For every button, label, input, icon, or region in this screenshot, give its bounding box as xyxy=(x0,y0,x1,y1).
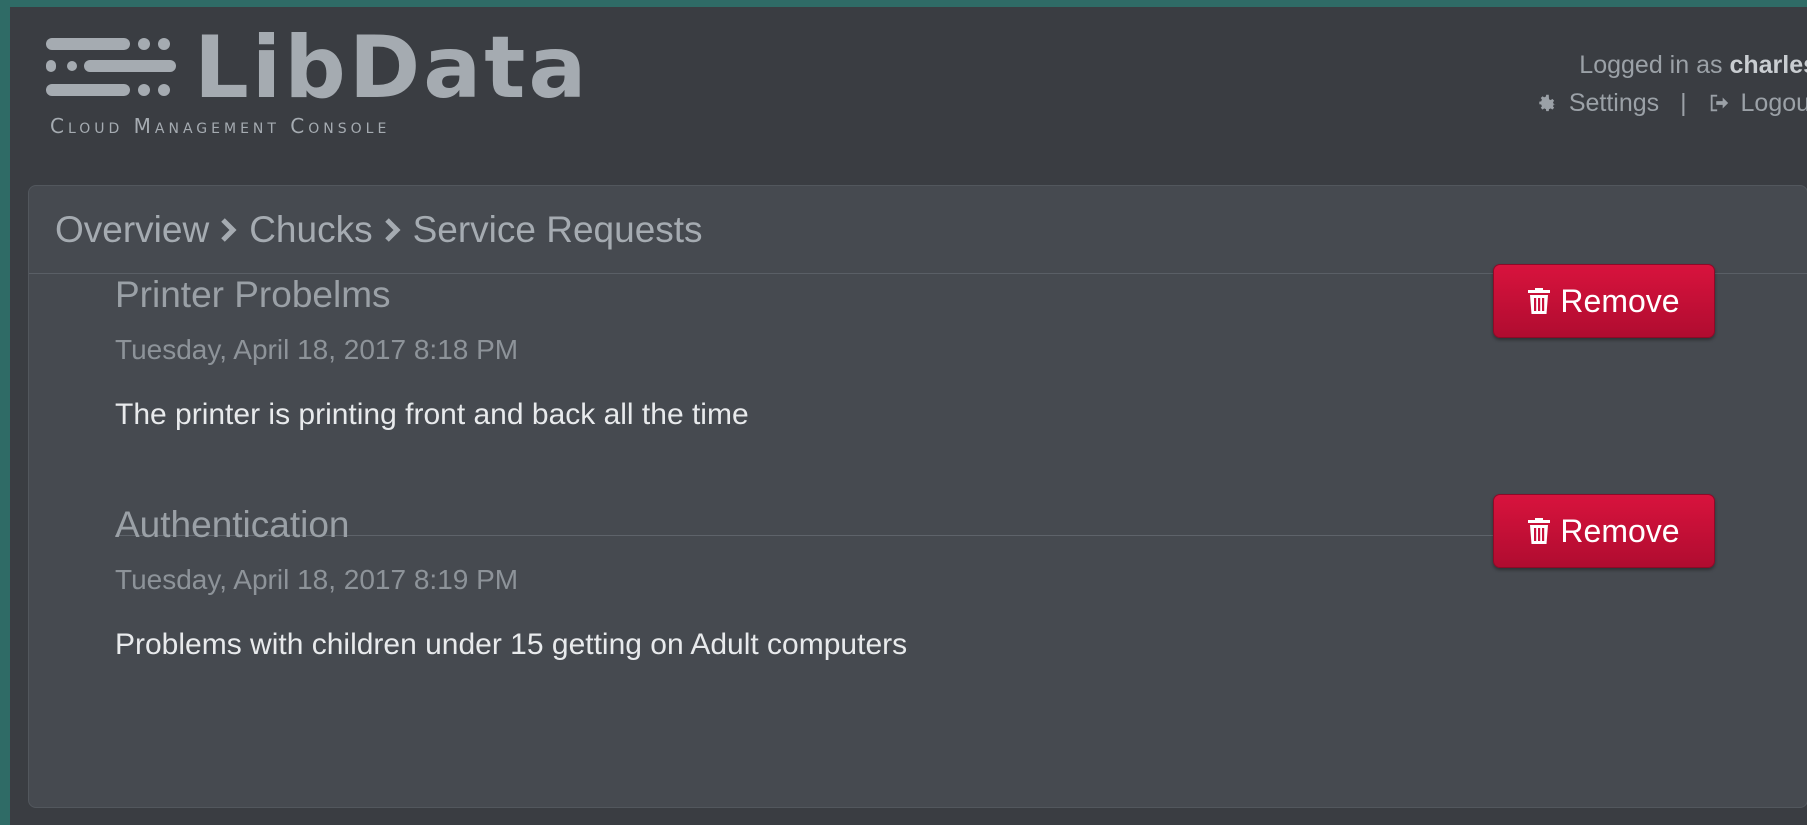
breadcrumb-overview[interactable]: Overview xyxy=(55,209,209,251)
request-description: Problems with children under 15 getting … xyxy=(115,628,908,661)
breadcrumb-chucks[interactable]: Chucks xyxy=(249,209,372,251)
request-title: Printer Probelms xyxy=(115,274,391,315)
list-item: Printer Probelms Tuesday, April 18, 2017… xyxy=(115,264,1715,432)
app-frame: LibData Cloud Management Console Logged … xyxy=(0,0,1807,825)
trash-icon xyxy=(1528,288,1551,314)
brand-subtitle: Cloud Management Console xyxy=(50,114,391,138)
settings-label: Settings xyxy=(1568,89,1660,117)
login-prefix: Logged in as xyxy=(1579,51,1723,79)
username: charles xyxy=(1729,51,1807,79)
request-date: Tuesday, April 18, 2017 8:18 PM xyxy=(115,334,519,365)
list-item: Authentication Tuesday, April 18, 2017 8… xyxy=(115,494,1715,662)
breadcrumb-service-requests: Service Requests xyxy=(412,208,703,250)
request-description: The printer is printing front and back a… xyxy=(115,398,749,431)
link-separator: | xyxy=(1680,89,1687,117)
remove-label: Remove xyxy=(1560,512,1680,549)
remove-label: Remove xyxy=(1560,282,1680,319)
header: LibData Cloud Management Console Logged … xyxy=(20,14,1807,174)
service-requests-panel: Overview Chucks Service Requests Printer… xyxy=(28,185,1807,808)
chevron-right-icon xyxy=(219,217,239,242)
chevron-right-icon xyxy=(383,217,403,242)
request-title: Authentication xyxy=(115,504,350,545)
remove-button[interactable]: Remove xyxy=(1493,494,1715,568)
login-status: Logged in as charles xyxy=(1536,46,1807,84)
settings-link[interactable]: Settings xyxy=(1536,89,1666,117)
brand-name: LibData xyxy=(194,18,590,118)
logout-link[interactable]: Logout xyxy=(1708,89,1807,117)
request-date: Tuesday, April 18, 2017 8:19 PM xyxy=(115,564,519,595)
trash-icon xyxy=(1528,518,1551,544)
breadcrumb: Overview Chucks Service Requests xyxy=(29,186,1807,274)
remove-button[interactable]: Remove xyxy=(1493,264,1715,338)
server-stack-icon xyxy=(46,38,176,96)
gear-icon xyxy=(1539,94,1556,112)
logout-label: Logout xyxy=(1740,89,1807,117)
user-menu: Logged in as charles Settings | Logout xyxy=(1536,46,1807,122)
logout-icon xyxy=(1710,94,1728,112)
user-links: Settings | Logout xyxy=(1536,84,1807,122)
